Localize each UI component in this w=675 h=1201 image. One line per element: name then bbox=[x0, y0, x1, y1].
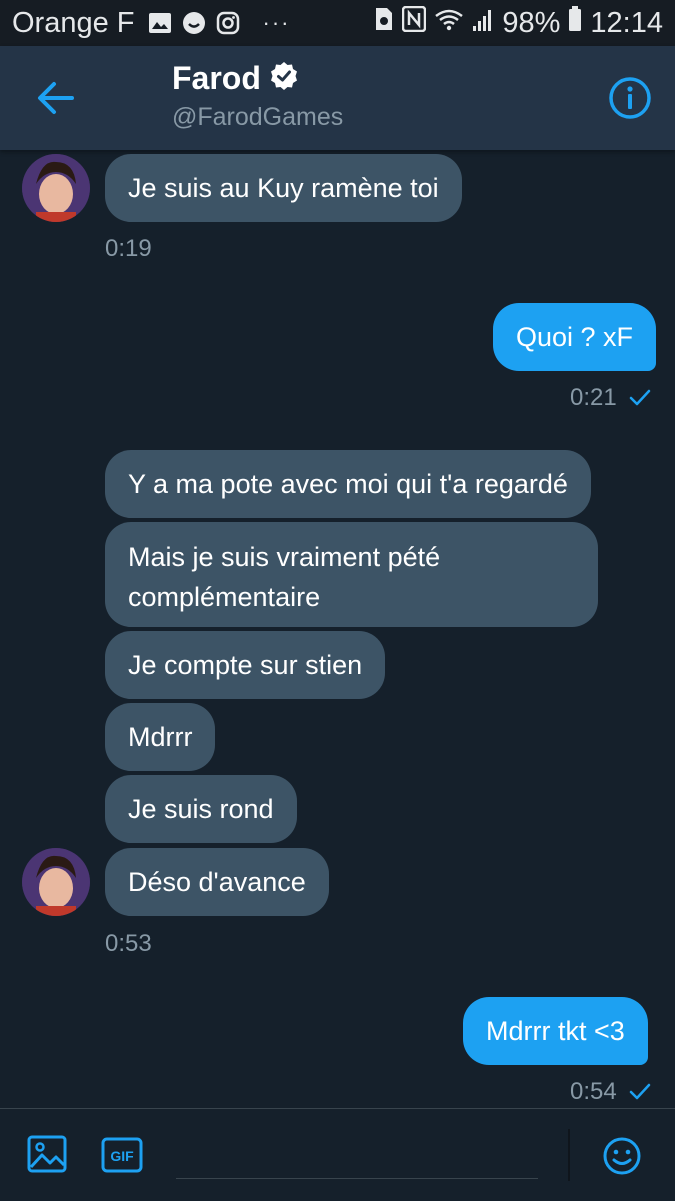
contact-avatar[interactable] bbox=[22, 848, 90, 916]
conversation-title[interactable]: Farod @FarodGames bbox=[172, 60, 343, 132]
status-bar: Orange F ··· 98% 12:14 bbox=[0, 0, 675, 46]
nfc-icon bbox=[402, 5, 427, 40]
battery-icon bbox=[568, 6, 582, 40]
image-icon[interactable] bbox=[27, 1135, 67, 1173]
info-icon[interactable] bbox=[608, 76, 652, 120]
message-bubble-outgoing[interactable]: Quoi ? xF bbox=[493, 303, 657, 371]
wifi-icon bbox=[434, 7, 464, 40]
message-bubble-incoming[interactable]: Je compte sur stien bbox=[105, 631, 386, 699]
sim-icon bbox=[374, 6, 394, 40]
signal-icon bbox=[472, 7, 494, 40]
message-bubble-incoming[interactable]: Je suis au Kuy ramène toi bbox=[105, 154, 462, 222]
carrier-name: Orange F bbox=[12, 6, 135, 39]
message-bubble-incoming[interactable]: Y a ma pote avec moi qui t'a regardé bbox=[105, 450, 591, 518]
chat-icon bbox=[181, 10, 207, 36]
composer-divider bbox=[568, 1129, 570, 1181]
emoji-icon[interactable] bbox=[602, 1136, 642, 1176]
message-bubble-incoming[interactable]: Déso d'avance bbox=[105, 848, 329, 916]
gif-label: GIF bbox=[110, 1148, 134, 1164]
contact-name: Farod bbox=[172, 60, 261, 96]
message-timestamp: 0:21 bbox=[570, 384, 617, 411]
message-timestamp: 0:54 bbox=[570, 1078, 617, 1105]
conversation-header: Farod @FarodGames bbox=[0, 46, 675, 150]
back-arrow-icon[interactable] bbox=[32, 78, 80, 118]
sent-check-icon bbox=[628, 1082, 652, 1102]
message-bubble-incoming[interactable]: Je suis rond bbox=[105, 775, 297, 843]
battery-level: 98% bbox=[502, 6, 561, 39]
contact-avatar[interactable] bbox=[22, 154, 90, 222]
more-notifications: ··· bbox=[262, 10, 291, 35]
message-bubble-outgoing[interactable]: Mdrrr tkt <3 bbox=[463, 997, 648, 1065]
gif-icon[interactable]: GIF bbox=[101, 1137, 143, 1173]
message-timestamp: 0:19 bbox=[105, 235, 152, 262]
clock: 12:14 bbox=[590, 6, 663, 39]
verified-badge-icon bbox=[269, 61, 299, 96]
message-input[interactable] bbox=[176, 1178, 538, 1179]
sent-check-icon bbox=[628, 388, 652, 408]
instagram-icon bbox=[215, 10, 241, 36]
message-bubble-incoming[interactable]: Mdrrr bbox=[105, 703, 216, 771]
message-bubble-incoming[interactable]: Mais je suis vraiment pété complémentair… bbox=[105, 522, 598, 627]
contact-handle: @FarodGames bbox=[172, 103, 344, 131]
gallery-icon bbox=[147, 10, 173, 36]
message-composer: GIF bbox=[0, 1108, 675, 1201]
message-timestamp: 0:53 bbox=[105, 930, 152, 957]
